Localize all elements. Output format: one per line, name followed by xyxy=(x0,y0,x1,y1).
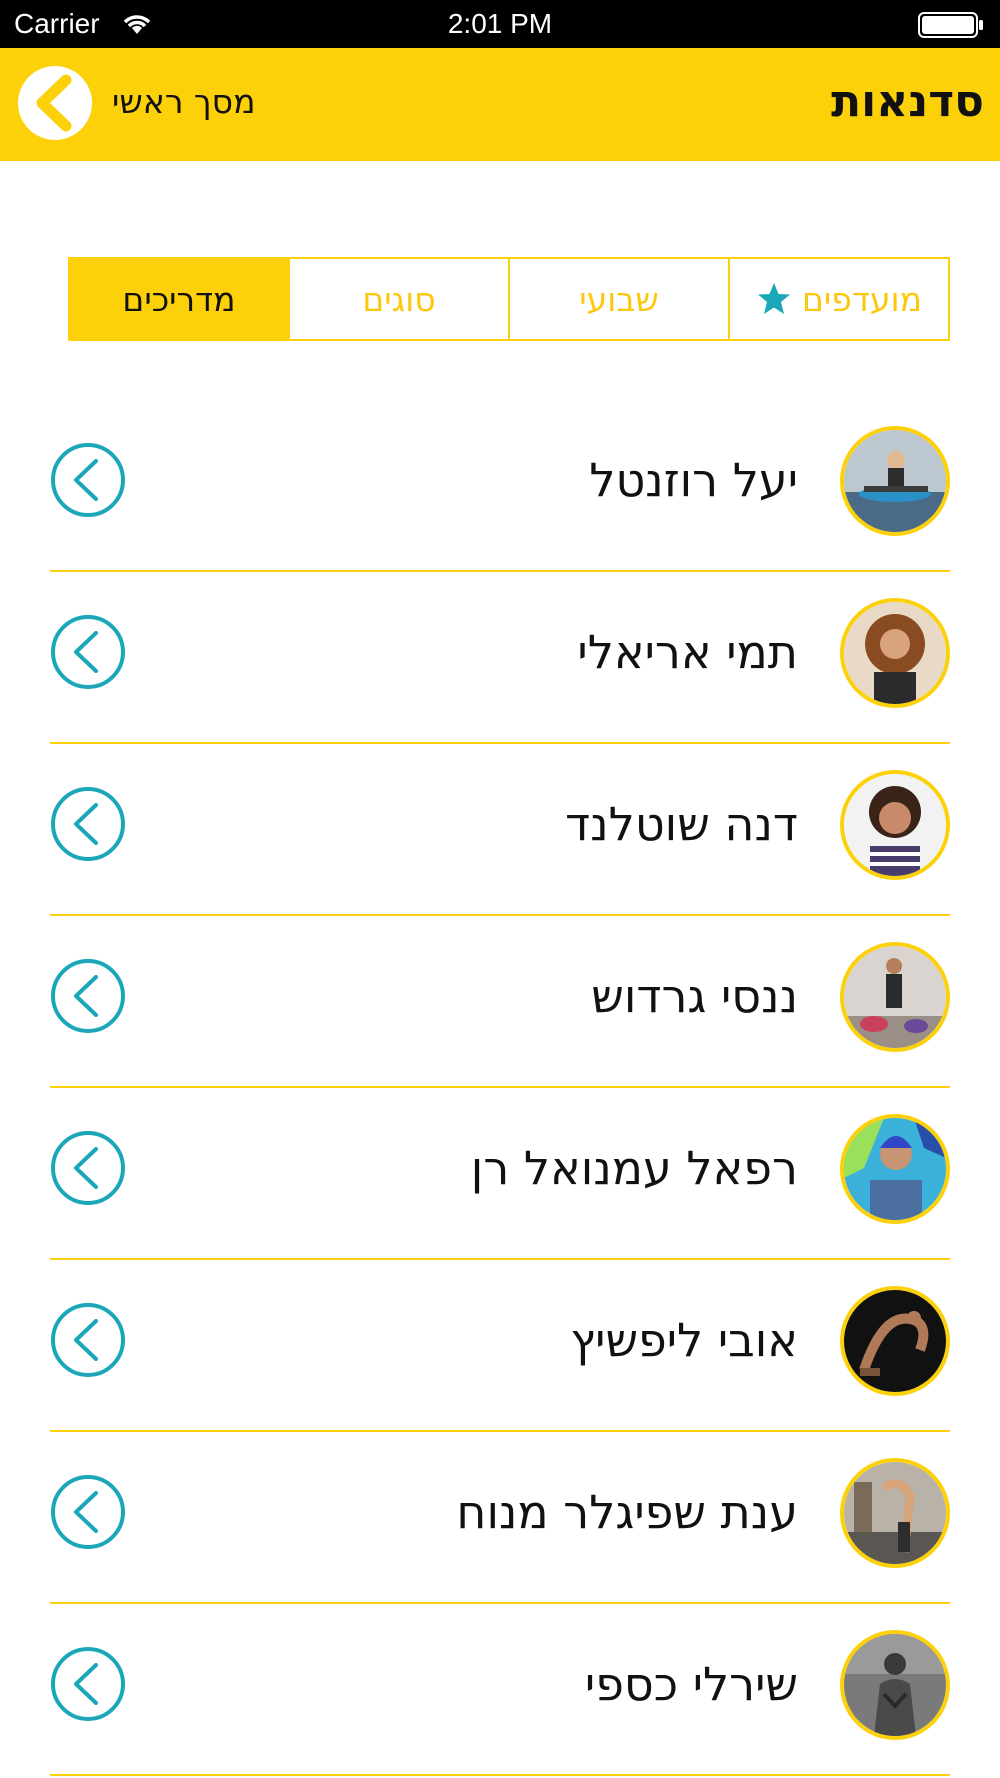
status-bar: Carrier 2:01 PM xyxy=(0,0,1000,48)
instructor-name: ענת שפיגלר מנוח xyxy=(456,1485,798,1539)
chevron-left-icon[interactable] xyxy=(50,1646,126,1722)
tab-instructors[interactable]: מדריכים xyxy=(70,259,288,339)
tab-label: מדריכים xyxy=(122,279,236,319)
chevron-left-icon[interactable] xyxy=(50,1474,126,1550)
status-time: 2:01 PM xyxy=(447,8,553,39)
chevron-left-icon[interactable] xyxy=(50,614,126,690)
avatar xyxy=(840,1286,950,1396)
tab-label: שבועי xyxy=(579,279,659,319)
tab-label: מועדפים xyxy=(802,279,922,319)
back-label[interactable]: מסך ראשי xyxy=(112,80,256,124)
back-button[interactable] xyxy=(18,66,92,140)
tab-label: סוגים xyxy=(362,279,436,319)
avatar xyxy=(840,942,950,1052)
chevron-left-icon[interactable] xyxy=(50,786,126,862)
tab-types[interactable]: סוגים xyxy=(288,259,508,339)
instructor-name: שירלי כספי xyxy=(584,1657,798,1711)
battery-icon xyxy=(918,12,983,38)
chevron-left-icon[interactable] xyxy=(50,1302,126,1378)
list-item[interactable]: ננסי גרדוש xyxy=(50,916,950,1088)
list-item[interactable]: ענת שפיגלר מנוח xyxy=(50,1432,950,1604)
list-item[interactable]: רפאל עמנואל רן xyxy=(50,1088,950,1260)
avatar xyxy=(840,1114,950,1224)
instructor-name: ננסי גרדוש xyxy=(591,969,798,1023)
list-item[interactable]: יעל רוזנטל xyxy=(50,400,950,572)
page-title: סדנאות xyxy=(831,76,984,127)
tab-bar: מדריכים סוגים שבועי מועדפים xyxy=(68,257,950,341)
tab-favorites[interactable]: מועדפים xyxy=(728,259,948,339)
instructor-name: יעל רוזנטל xyxy=(589,453,798,507)
avatar xyxy=(840,1458,950,1568)
chevron-left-icon[interactable] xyxy=(50,1130,126,1206)
chevron-left-icon xyxy=(36,74,72,132)
list-item[interactable]: אובי ליפשיץ xyxy=(50,1260,950,1432)
instructor-name: דנה שוטלנד xyxy=(565,797,798,851)
avatar xyxy=(840,426,950,536)
list-item[interactable]: שירלי כספי xyxy=(50,1604,950,1776)
chevron-left-icon[interactable] xyxy=(50,442,126,518)
list-item[interactable]: תמי אריאלי xyxy=(50,572,950,744)
app-header: מסך ראשי סדנאות xyxy=(0,48,1000,161)
instructor-name: אובי ליפשיץ xyxy=(570,1313,798,1367)
avatar xyxy=(840,598,950,708)
avatar xyxy=(840,770,950,880)
star-icon xyxy=(758,283,791,314)
instructor-name: רפאל עמנואל רן xyxy=(470,1141,798,1195)
list-item[interactable]: דנה שוטלנד xyxy=(50,744,950,916)
chevron-left-icon[interactable] xyxy=(50,958,126,1034)
avatar xyxy=(840,1630,950,1740)
instructor-name: תמי אריאלי xyxy=(577,625,798,679)
tab-weekly[interactable]: שבועי xyxy=(508,259,728,339)
